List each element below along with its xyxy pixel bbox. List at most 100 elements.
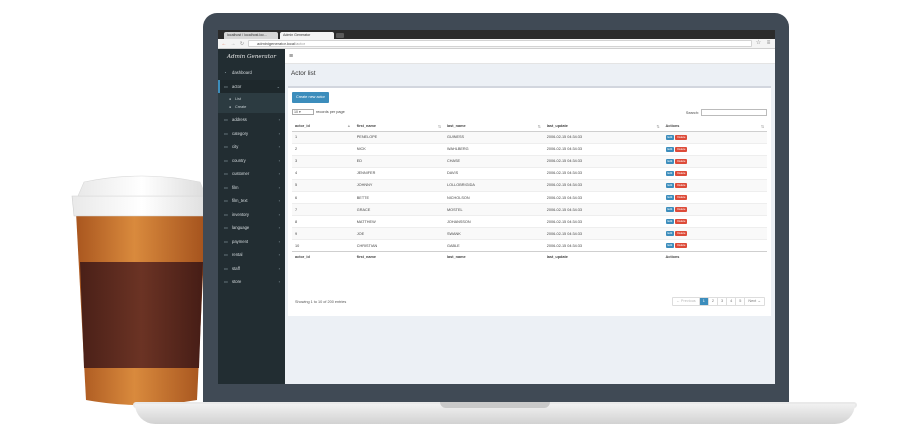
delete-button[interactable]: Delete (675, 195, 688, 201)
browser-menu-icon[interactable]: ≡ (765, 40, 772, 47)
page-length-select[interactable]: 10 ▾ (292, 109, 314, 115)
folder-icon: ▭ (224, 157, 228, 163)
chevron-right-icon: › (278, 157, 280, 163)
reload-icon[interactable]: ↻ (239, 41, 245, 47)
sidebar-item-language[interactable]: ▭ language › (218, 221, 285, 235)
cell-actions: Edit Delete (662, 190, 767, 204)
delete-button[interactable]: Delete (675, 207, 688, 213)
cell-actions: Edit Delete (662, 154, 767, 168)
column-header-last-update[interactable]: last_update ⇅ (543, 121, 663, 132)
sidebar-item-film[interactable]: ▭ film › (218, 181, 285, 195)
sidebar-item-customer[interactable]: ▭ customer › (218, 167, 285, 181)
submenu-item-create[interactable]: ● Create (218, 103, 285, 111)
pagination-page-3[interactable]: 3 (717, 298, 728, 305)
sidebar-item-inventory[interactable]: ▭ inventory › (218, 208, 285, 222)
edit-button[interactable]: Edit (665, 146, 675, 152)
edit-button[interactable]: Edit (665, 158, 675, 164)
footer-first-name: first_name (353, 251, 444, 262)
sidebar-item-rental[interactable]: ▭ rental › (218, 248, 285, 262)
cell-actions: Edit Delete (662, 227, 767, 240)
delete-button[interactable]: Delete (675, 243, 688, 249)
sidebar-item-dashboard[interactable]: ◔ dashboard (218, 66, 285, 80)
folder-icon: ▭ (224, 198, 228, 204)
page-length-value: 10 (294, 110, 298, 114)
new-tab-button[interactable] (336, 33, 344, 38)
delete-button[interactable]: Delete (675, 170, 688, 176)
chevron-right-icon: › (278, 117, 280, 123)
search-label: Search: (685, 110, 699, 115)
sidebar-item-category[interactable]: ▭ category › (218, 127, 285, 141)
column-header-first-name[interactable]: first_name ⇅ (353, 121, 444, 132)
delete-button[interactable]: Delete (675, 182, 688, 188)
delete-button[interactable]: Delete (675, 231, 688, 237)
table-row: 5 JOHNNY LOLLOBRIGIDA 2006-02-15 04:34:33 Ed… (292, 178, 767, 192)
edit-button[interactable]: Edit (665, 170, 675, 176)
browser-tab-1[interactable]: localhost / localhost.loc... (224, 32, 278, 39)
sort-icon: ⇅ (760, 124, 764, 129)
chevron-right-icon: › (278, 279, 280, 285)
edit-button[interactable]: Edit (665, 134, 675, 140)
sidebar-item-actor[interactable]: ▭ actor ⌄ (218, 79, 285, 93)
edit-button[interactable]: Edit (665, 182, 675, 188)
bookmark-star-icon[interactable]: ☆ (755, 40, 762, 47)
cell-actor-id: 10 (292, 239, 354, 252)
back-arrow-icon[interactable]: ← (221, 41, 227, 47)
search-input[interactable] (701, 109, 767, 116)
hamburger-menu-icon[interactable]: ≡ (289, 53, 293, 60)
cell-actor-id: 5 (292, 178, 354, 192)
cell-actor-id: 3 (292, 154, 354, 168)
sidebar-item-address[interactable]: ▭ address › (218, 113, 285, 127)
chevron-right-icon: › (278, 184, 280, 190)
delete-button[interactable]: Delete (675, 146, 688, 152)
table-info: Showing 1 to 10 of 200 entries (295, 300, 347, 304)
pagination-previous[interactable]: ← Previous (673, 298, 700, 305)
pagination-next[interactable]: Next → (745, 298, 764, 305)
page-length-control: 10 ▾ records per page (292, 109, 345, 115)
folder-icon: ▭ (224, 144, 228, 150)
cell-last-name: MOSTEL (444, 203, 544, 216)
sidebar-item-country[interactable]: ▭ country › (218, 154, 285, 168)
url-field[interactable]: adminigenerator.local/actor (248, 40, 752, 47)
table-row: 1 PENELOPE GUINESS 2006-02-15 04:34:33 Edit D… (292, 130, 767, 144)
edit-button[interactable]: Edit (665, 231, 675, 237)
pagination-page-4[interactable]: 4 (727, 298, 737, 305)
sidebar-item-city[interactable]: ▭ city › (218, 140, 285, 154)
edit-button[interactable]: Edit (665, 219, 675, 225)
cell-last-name: SWANK (444, 227, 544, 240)
edit-button[interactable]: Edit (665, 195, 675, 201)
folder-icon: ▭ (224, 171, 228, 177)
cell-actions: Edit Delete (662, 178, 767, 192)
sidebar-item-staff[interactable]: ▭ staff › (218, 262, 285, 276)
delete-button[interactable]: Delete (675, 219, 688, 225)
column-header-last-name[interactable]: last_name ⇅ (444, 121, 544, 132)
submenu-item-label: List (235, 97, 241, 101)
pagination-page-2[interactable]: 2 (708, 298, 718, 305)
cell-last-name: CHASE (444, 154, 544, 168)
column-header-actor-id[interactable]: actor_id ▲ (292, 121, 354, 132)
pagination-page-5[interactable]: 5 (736, 298, 746, 305)
delete-button[interactable]: Delete (675, 158, 688, 164)
delete-button[interactable]: Delete (675, 134, 688, 140)
pagination-page-1[interactable]: 1 (699, 298, 709, 305)
sidebar-item-film-text[interactable]: ▭ film_text › (218, 194, 285, 208)
sidebar-item-store[interactable]: ▭ store › (218, 275, 285, 289)
edit-button[interactable]: Edit (665, 207, 675, 213)
edit-button[interactable]: Edit (665, 243, 675, 249)
create-actor-button[interactable]: Create new actor (292, 92, 329, 103)
search-control: Search: (686, 109, 767, 116)
folder-icon: ▭ (224, 265, 228, 271)
brand-logo[interactable]: Admin Generator (218, 49, 285, 66)
forward-arrow-icon[interactable]: → (230, 41, 236, 47)
sidebar-item-payment[interactable]: ▭ payment › (218, 235, 285, 249)
column-header-actions[interactable]: Actions ⇅ (662, 121, 767, 132)
submenu-item-list[interactable]: ● List (218, 95, 285, 103)
browser-tab-2[interactable]: Admin Generator (280, 32, 334, 39)
cell-last-name: GUINESS (444, 130, 544, 144)
cell-first-name: CHRISTIAN (353, 239, 444, 252)
dashboard-icon: ◔ (224, 70, 227, 76)
sidebar-item-label: country (232, 157, 246, 163)
admin-app: Admin Generator ◔ dashboard ▭ actor ⌄ ● L… (218, 49, 775, 384)
cell-actor-id: 8 (292, 215, 354, 228)
table-row: 8 MATTHEW JOHANSSON 2006-02-15 04:34:33 Edit… (292, 215, 767, 228)
actor-list-box: Create new actor 10 ▾ records per page S… (288, 86, 771, 316)
